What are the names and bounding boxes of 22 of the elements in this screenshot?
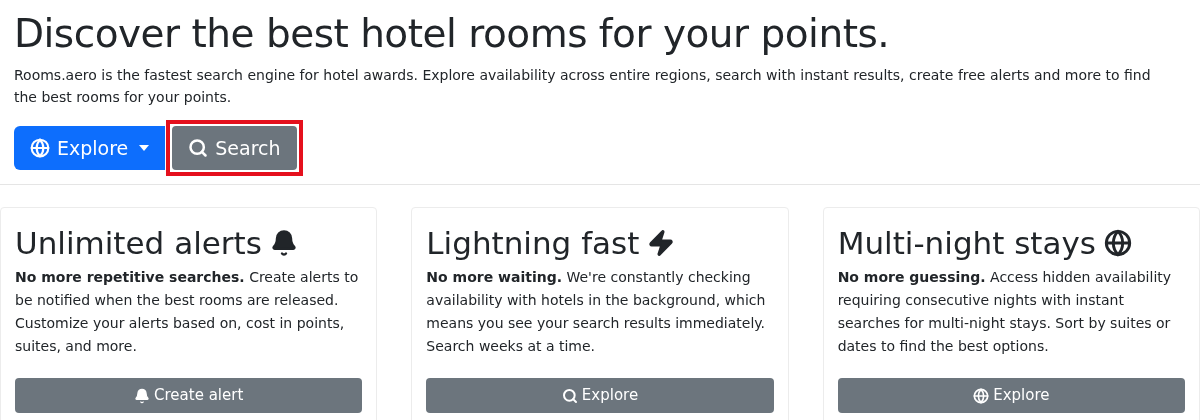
globe-icon	[1104, 229, 1132, 257]
feature-text: No more waiting. We're constantly checking availability with hotels in the background, which means you see your search results immediately. Search weeks at a time.	[426, 268, 767, 356]
bell-icon	[134, 387, 151, 404]
intro-text: Rooms.aero is the fastest search engine for hotel awards. Explore availability across entire regions, search with instant results, create free alerts and more to find the best rooms for your points.	[14, 66, 1152, 107]
search-button[interactable]: Search	[172, 126, 297, 170]
feature-button[interactable]: Explore	[426, 378, 774, 413]
globe-icon	[973, 387, 990, 404]
globe-icon	[30, 138, 50, 158]
feature-button[interactable]: Create alert	[15, 378, 363, 413]
feature-text: No more repetitive searches. Create alerts to be notified when the best rooms are released. Customize your alerts based on, cost in points, suites, and more.	[15, 268, 360, 356]
lightning-icon	[647, 229, 676, 257]
explore-dropdown-button[interactable]: Explore	[14, 126, 166, 170]
feature-title: Lightning fast	[426, 224, 640, 263]
search-icon	[561, 387, 578, 404]
feature-title: Unlimited alerts	[15, 224, 262, 263]
feature-title: Multi-night stays	[837, 224, 1096, 263]
caret-icon	[139, 145, 150, 151]
search-icon	[188, 138, 209, 158]
feature-button[interactable]: Explore	[837, 378, 1185, 413]
feature-text: No more guessing. Access hidden availability requiring consecutive nights with instant searches for multi-night stays. Sort by suites or dates to find the best options.	[837, 268, 1173, 356]
page-title: Discover the best hotel rooms for your points.	[14, 10, 891, 58]
bell-icon	[269, 229, 298, 257]
